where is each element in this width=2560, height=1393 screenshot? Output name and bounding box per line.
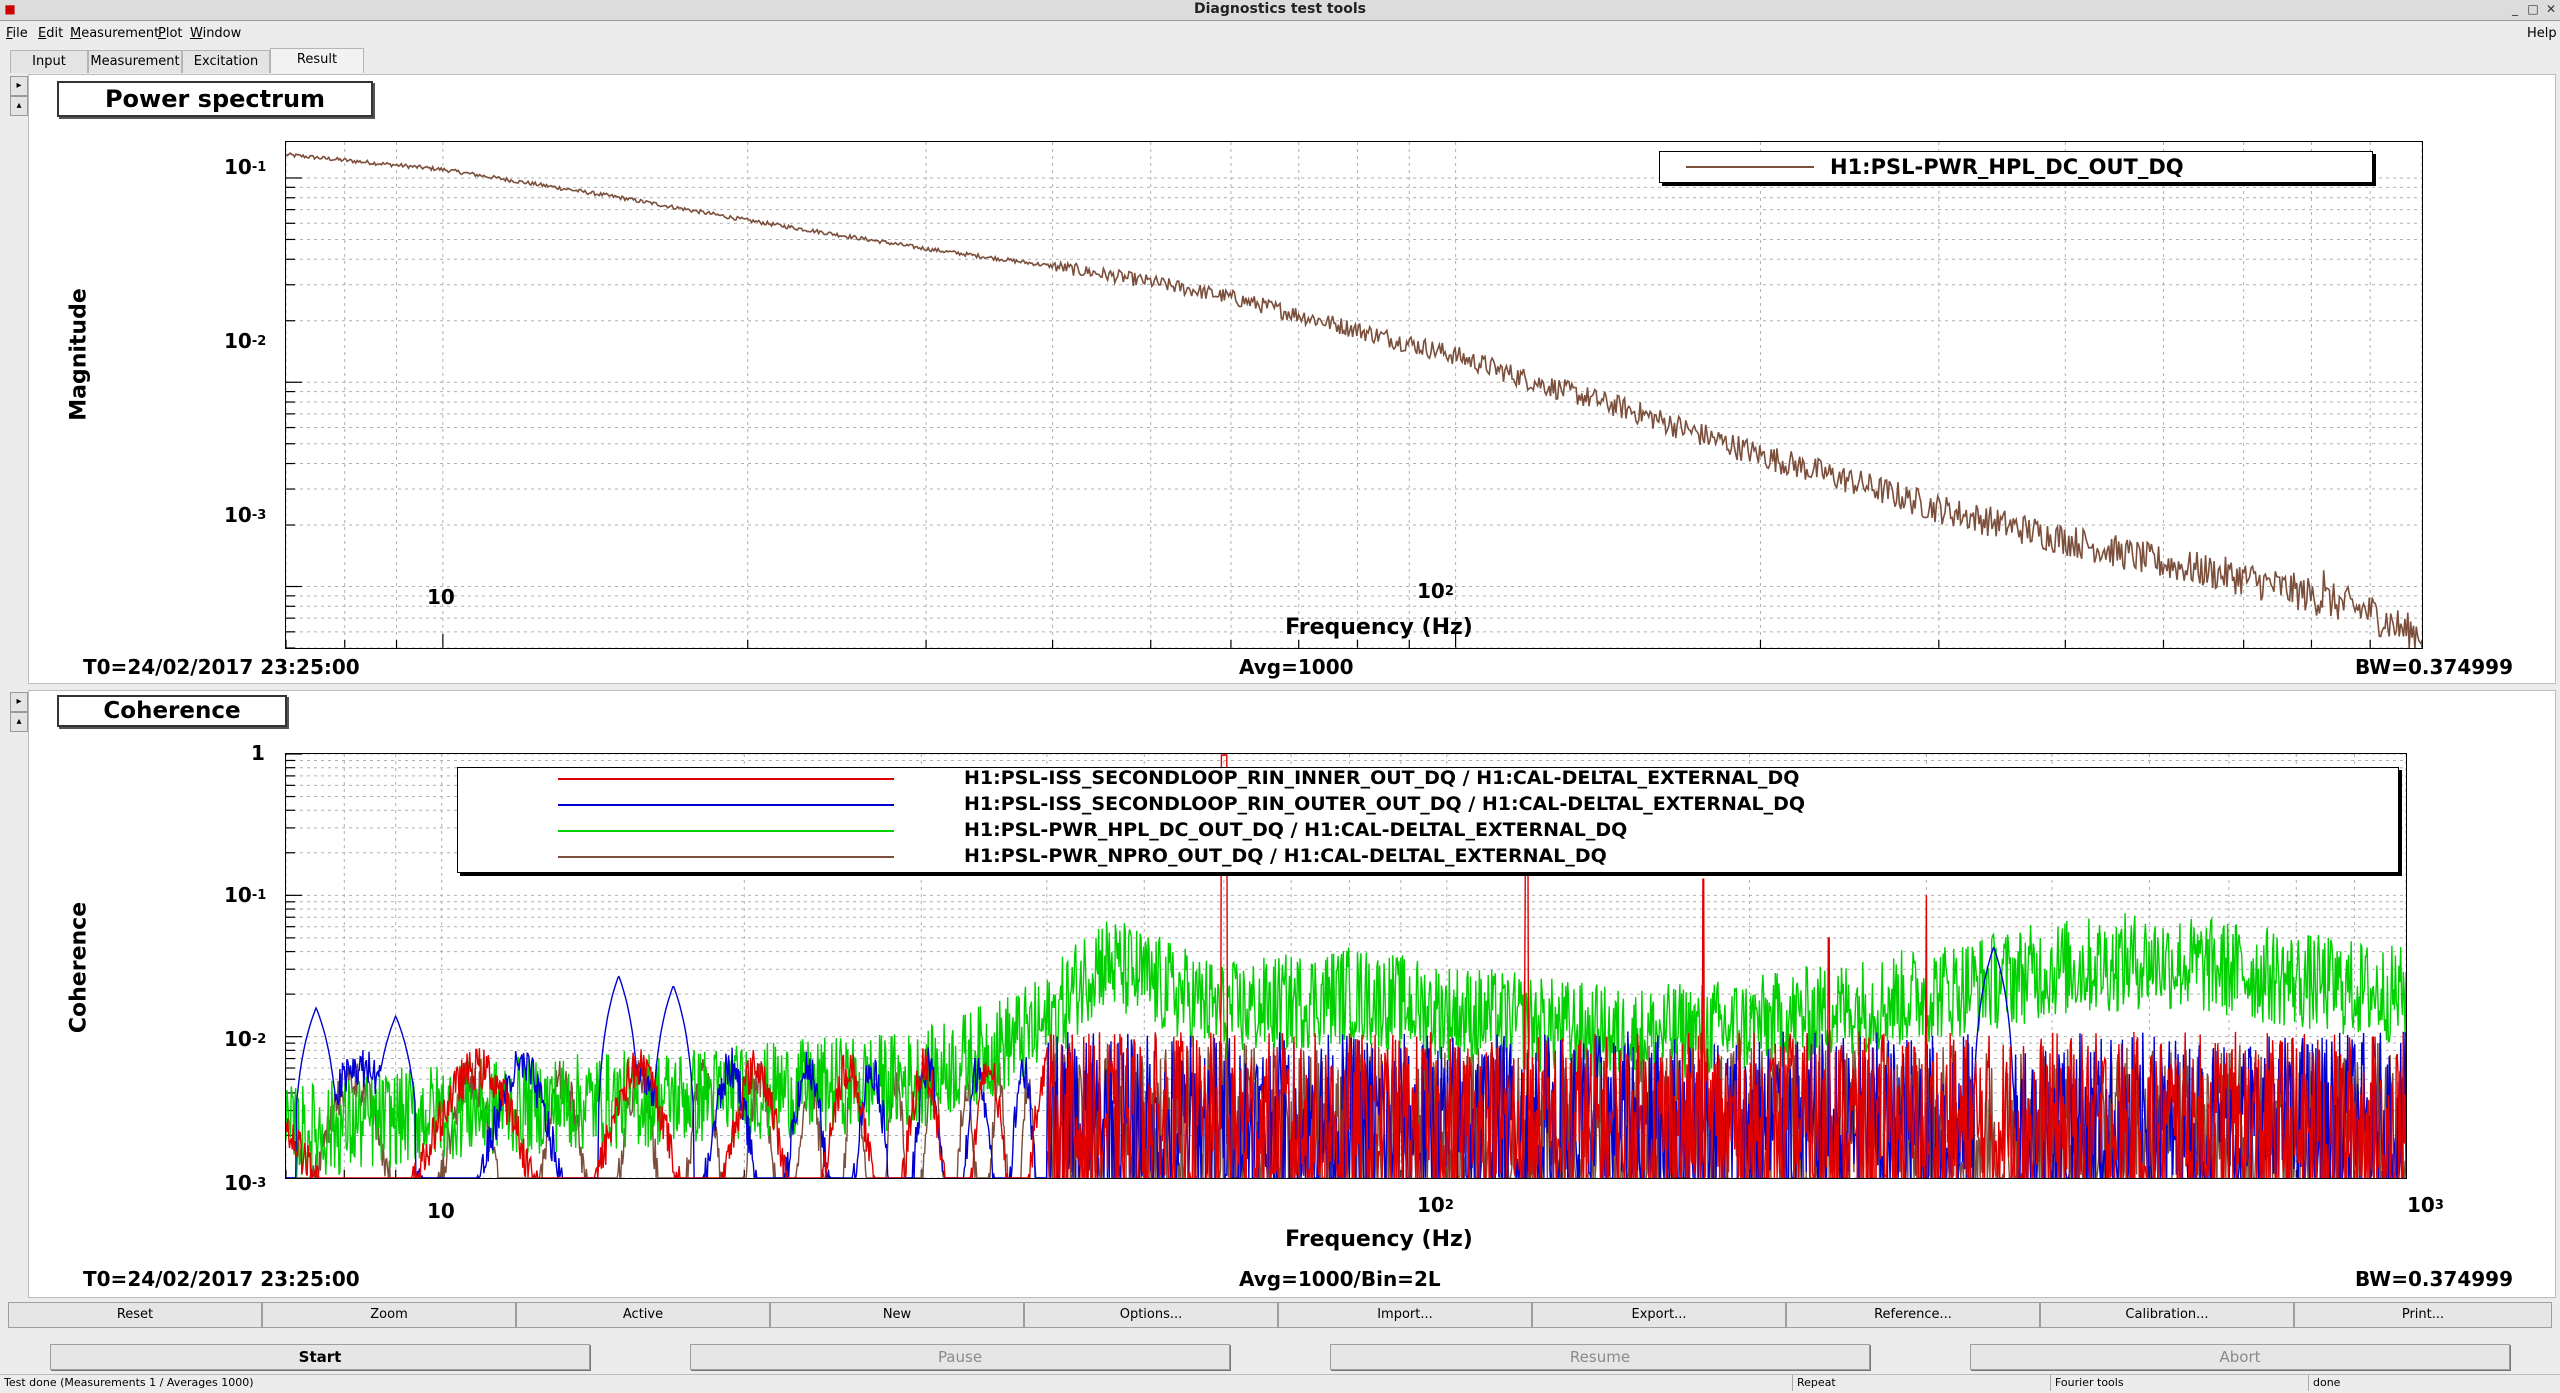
y-tick-1e-3-2: 10-3 <box>224 1171 267 1195</box>
legend-line-blue <box>558 804 894 806</box>
y-tick-1e-1: 10-1 <box>224 155 267 179</box>
zoom-button[interactable]: Zoom <box>262 1302 516 1328</box>
pause-button[interactable]: Pause <box>690 1344 1230 1370</box>
minimize-icon[interactable]: _ <box>2508 2 2522 16</box>
plot-title-2: Coherence <box>57 695 287 727</box>
y-tick-1e-3: 10-3 <box>224 503 267 527</box>
reset-button[interactable]: Reset <box>8 1302 262 1328</box>
legend-item-green: H1:PSL-PWR_HPL_DC_OUT_DQ / H1:CAL-DELTAL… <box>964 819 1628 841</box>
menu-help[interactable]: Help <box>2527 26 2557 41</box>
status-mode: Repeat <box>1792 1375 2047 1391</box>
tab-measurement[interactable]: Measurement <box>88 50 182 73</box>
power-spectrum-svg <box>286 142 2422 648</box>
series-line-hpl-dc <box>286 152 2422 648</box>
x-tick-10: 10 <box>427 585 455 609</box>
x-tick-1e2-2: 102 <box>1417 1193 1454 1217</box>
maximize-icon[interactable]: □ <box>2526 2 2540 16</box>
export-button[interactable]: Export... <box>1532 1302 1786 1328</box>
menu-edit[interactable]: Edit <box>38 26 63 41</box>
expand-arrow-icon[interactable]: ▸ <box>10 76 28 96</box>
active-button[interactable]: Active <box>516 1302 770 1328</box>
options-button[interactable]: Options... <box>1024 1302 1278 1328</box>
action-bar: Start Pause Resume Abort <box>0 1330 2560 1374</box>
resume-button[interactable]: Resume <box>1330 1344 1870 1370</box>
y-axis-label-2: Coherence <box>66 901 92 1034</box>
y-tick-1e-2: 10-2 <box>224 329 267 353</box>
legend-line-green <box>558 830 894 832</box>
tab-result[interactable]: Result <box>270 48 364 73</box>
status-tools: Fourier tools <box>2050 1375 2305 1391</box>
status-main: Test done (Measurements 1 / Averages 100… <box>4 1376 254 1389</box>
tab-input[interactable]: Input <box>10 50 88 73</box>
x-axis-label-2: Frequency (Hz) <box>1285 1227 1473 1252</box>
legend-item-brown: H1:PSL-PWR_NPRO_OUT_DQ / H1:CAL-DELTAL_E… <box>964 845 1607 867</box>
reference-button[interactable]: Reference... <box>1786 1302 2040 1328</box>
close-icon[interactable]: ✕ <box>2544 2 2558 16</box>
y-tick-1: 1 <box>251 741 265 765</box>
x-axis-label: Frequency (Hz) <box>1285 615 1473 640</box>
x-tick-10-2: 10 <box>427 1199 455 1223</box>
y-tick-1e-2-2: 10-2 <box>224 1027 267 1051</box>
status-bar: Test done (Measurements 1 / Averages 100… <box>0 1374 2560 1393</box>
collapse-arrow-icon[interactable]: ▴ <box>10 96 28 116</box>
tab-bar: Input Measurement Excitation Result <box>0 46 2560 73</box>
calibration-button[interactable]: Calibration... <box>2040 1302 2294 1328</box>
menu-measurement[interactable]: Measurement <box>70 26 159 41</box>
legend-line-red <box>558 778 894 780</box>
t0-info: T0=24/02/2017 23:25:00 <box>83 655 360 679</box>
legend-line-brown <box>558 856 894 858</box>
legend-item: H1:PSL-PWR_HPL_DC_OUT_DQ <box>1830 155 2184 179</box>
print-button[interactable]: Print... <box>2294 1302 2552 1328</box>
title-bar: ■ Diagnostics test tools _ □ ✕ <box>0 0 2560 21</box>
t0-info-2: T0=24/02/2017 23:25:00 <box>83 1267 360 1291</box>
avg-info-2: Avg=1000/Bin=2L <box>1239 1267 1441 1291</box>
avg-info: Avg=1000 <box>1239 655 1354 679</box>
new-button[interactable]: New <box>770 1302 1024 1328</box>
window-title: Diagnostics test tools <box>1194 1 1366 17</box>
import-button[interactable]: Import... <box>1278 1302 1532 1328</box>
tab-excitation[interactable]: Excitation <box>182 50 270 73</box>
legend-item-red: H1:PSL-ISS_SECONDLOOP_RIN_INNER_OUT_DQ /… <box>964 767 1800 789</box>
menu-file[interactable]: File <box>6 26 28 41</box>
status-state: done <box>2308 1375 2553 1391</box>
bw-info-2: BW=0.374999 <box>2355 1267 2513 1291</box>
menu-plot[interactable]: Plot <box>158 26 183 41</box>
legend: H1:PSL-PWR_HPL_DC_OUT_DQ <box>1659 151 2373 183</box>
collapse-arrow-icon-2[interactable]: ▴ <box>10 712 28 732</box>
bw-info: BW=0.374999 <box>2355 655 2513 679</box>
x-tick-1e3: 103 <box>2407 1193 2444 1217</box>
y-tick-1e-1-2: 10-1 <box>224 883 267 907</box>
menu-window[interactable]: Window <box>190 26 241 41</box>
plot-control-bar: Reset Zoom Active New Options... Import.… <box>0 1300 2560 1328</box>
expand-arrow-icon-2[interactable]: ▸ <box>10 692 28 712</box>
plot-area[interactable] <box>285 141 2423 649</box>
coherence-panel[interactable]: Coherence Coherence 1 10-1 10-2 10-3 10 … <box>28 690 2556 1298</box>
start-button[interactable]: Start <box>50 1344 590 1370</box>
y-axis-label: Magnitude <box>66 288 92 421</box>
legend-item-blue: H1:PSL-ISS_SECONDLOOP_RIN_OUTER_OUT_DQ /… <box>964 793 1806 815</box>
power-spectrum-panel[interactable]: Power spectrum Magnitude 10-1 10-2 10-3 … <box>28 74 2556 684</box>
menu-bar: File Edit Measurement Plot Window Help <box>0 21 2560 45</box>
legend-2: H1:PSL-ISS_SECONDLOOP_RIN_INNER_OUT_DQ /… <box>457 767 2399 873</box>
abort-button[interactable]: Abort <box>1970 1344 2510 1370</box>
x-tick-1e2: 102 <box>1417 579 1454 603</box>
legend-line <box>1686 166 1814 168</box>
plot-title: Power spectrum <box>57 81 373 117</box>
